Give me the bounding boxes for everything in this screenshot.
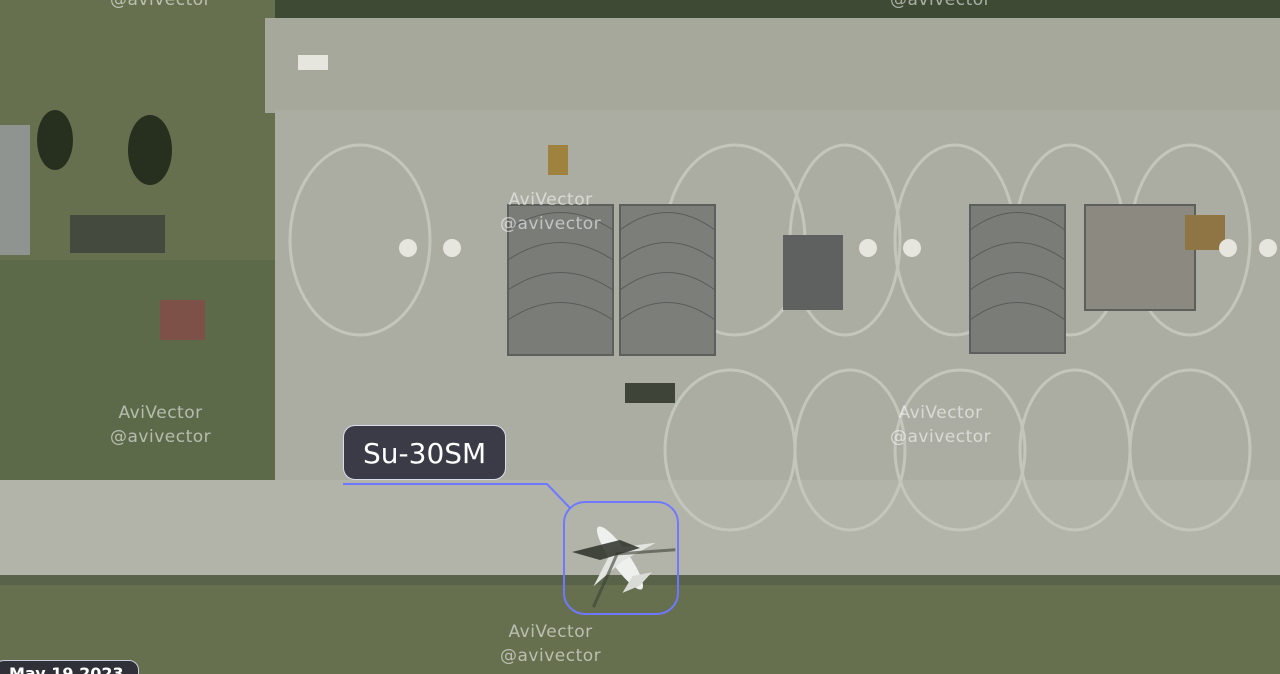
- watermark-handle: @avivector: [890, 427, 992, 447]
- watermark: AviVector @avivector: [500, 620, 601, 668]
- watermark-name: AviVector: [508, 622, 593, 642]
- watermark-handle: @avivector: [110, 0, 212, 10]
- watermark: AviVector @avivector: [890, 401, 991, 449]
- watermark: @avivector: [890, 0, 991, 12]
- watermark-handle: @avivector: [890, 0, 992, 10]
- building: [160, 300, 205, 340]
- watermark-handle: @avivector: [500, 646, 602, 666]
- watermark-name: AviVector: [898, 403, 983, 423]
- aircraft-highlight-box: [563, 501, 679, 615]
- watermark: AviVector @avivector: [110, 401, 211, 449]
- dark-pad: [783, 235, 843, 310]
- aircraft-callout-label: Su-30SM: [343, 425, 507, 480]
- vehicle: [625, 383, 675, 403]
- building: [70, 215, 165, 253]
- watermark-handle: @avivector: [110, 427, 212, 447]
- watermark-name: AviVector: [508, 190, 593, 210]
- date-badge: May 19 2023: [0, 660, 139, 674]
- watermark-handle: @avivector: [500, 214, 602, 234]
- building: [0, 125, 30, 255]
- satellite-image: @avivector @avivector AviVector @avivect…: [0, 0, 1280, 674]
- watermark: AviVector @avivector: [500, 188, 601, 236]
- vehicle: [548, 145, 568, 175]
- watermark-name: AviVector: [118, 403, 203, 423]
- upper-apron: [265, 18, 1280, 113]
- watermark: @avivector: [110, 0, 211, 12]
